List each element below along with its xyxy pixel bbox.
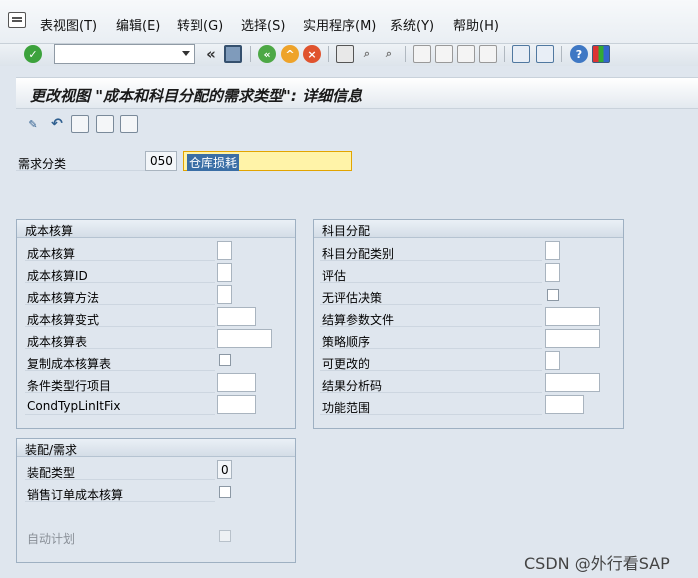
- row-divider: [320, 370, 542, 371]
- chevron-down-icon[interactable]: [182, 51, 190, 56]
- toolbar-separator: [250, 46, 251, 62]
- row-divider: [25, 501, 215, 502]
- row-divider: [25, 282, 215, 283]
- collapse-icon[interactable]: «: [202, 45, 220, 63]
- assembly-requirements-group: 装配/需求 装配类型 0 销售订单成本核算 自动计划: [16, 438, 296, 563]
- undo-icon[interactable]: ↶: [48, 115, 66, 133]
- account-assignment-group-header: 科目分配: [314, 220, 623, 238]
- requirement-class-code-field[interactable]: 050: [145, 151, 177, 171]
- assembly-type-value: 0: [221, 463, 229, 477]
- menu-utilities[interactable]: 实用程序(M): [303, 15, 376, 34]
- toolbar-separator: [504, 46, 505, 62]
- customize-layout-icon[interactable]: [592, 45, 610, 63]
- save-icon[interactable]: [224, 45, 242, 63]
- menu-system[interactable]: 系统(Y): [390, 15, 434, 34]
- automatic-planning-checkbox: [219, 530, 231, 542]
- find-next-icon[interactable]: ⌕: [380, 45, 398, 63]
- command-field[interactable]: [54, 44, 195, 64]
- row-divider: [320, 392, 542, 393]
- enter-check-icon[interactable]: ✓: [24, 45, 42, 63]
- account-assignment-group-title: 科目分配: [322, 224, 371, 238]
- row-divider: [25, 479, 215, 480]
- cancel-icon[interactable]: ×: [303, 45, 321, 63]
- back-icon[interactable]: «: [258, 45, 276, 63]
- row-divider: [320, 348, 542, 349]
- next-page-icon[interactable]: [457, 45, 475, 63]
- automatic-planning-label: 自动计划: [27, 532, 76, 546]
- menu-table-view[interactable]: 表视图(T): [40, 15, 97, 34]
- sales-order-costing-checkbox[interactable]: [219, 486, 231, 498]
- assembly-requirements-group-title: 装配/需求: [25, 443, 78, 457]
- menu-goto[interactable]: 转到(G): [177, 15, 223, 34]
- costing-method-field[interactable]: [217, 285, 232, 304]
- previous-entry-icon[interactable]: [71, 115, 89, 133]
- toolbar-separator: [405, 46, 406, 62]
- menu-icon[interactable]: [8, 12, 26, 28]
- costing-sheet-field[interactable]: [217, 329, 272, 348]
- cond-typ-lin-it-fix-label: CondTypLinItFix: [27, 399, 121, 413]
- help-icon[interactable]: ?: [570, 45, 588, 63]
- costing-group-title: 成本核算: [25, 224, 74, 238]
- menu-bar: 表视图(T) 编辑(E) 转到(G) 选择(S) 实用程序(M) 系统(Y) 帮…: [0, 0, 698, 44]
- row-divider: [25, 392, 215, 393]
- changeable-field[interactable]: [545, 351, 560, 370]
- print-icon[interactable]: [336, 45, 354, 63]
- watermark: CSDN @外行看SAP: [524, 554, 670, 573]
- row-divider: [25, 414, 215, 415]
- assembly-requirements-group-header: 装配/需求: [17, 439, 295, 457]
- valuation-field[interactable]: [545, 263, 560, 282]
- account-assignment-group: 科目分配 科目分配类别 评估 无评估决策 结算参数文件 策略顺序 可更改的 结果…: [313, 219, 624, 429]
- find-icon[interactable]: ⌕: [358, 45, 376, 63]
- costing-variant-field[interactable]: [217, 307, 256, 326]
- page-title: 更改视图 "成本和科目分配的需求类型": 详细信息: [30, 87, 363, 105]
- first-page-icon[interactable]: [413, 45, 431, 63]
- row-divider: [320, 326, 542, 327]
- cond-typ-lin-it-fix-field[interactable]: [217, 395, 256, 414]
- row-divider: [320, 282, 542, 283]
- row-divider: [25, 304, 215, 305]
- condition-type-item-field[interactable]: [217, 373, 256, 392]
- row-divider: [25, 370, 215, 371]
- copy-costing-sheet-checkbox[interactable]: [219, 354, 231, 366]
- toolbar-separator: [328, 46, 329, 62]
- settlement-profile-field[interactable]: [545, 307, 600, 326]
- functional-area-field[interactable]: [545, 395, 584, 414]
- requirement-class-description-field[interactable]: 仓库损耗: [183, 151, 352, 171]
- row-divider: [25, 348, 215, 349]
- row-divider: [25, 326, 215, 327]
- standard-toolbar: ✓ « « ^ × ⌕ ⌕ ?: [0, 44, 698, 66]
- assembly-type-field[interactable]: 0: [217, 460, 232, 479]
- screen-title-bar: 更改视图 "成本和科目分配的需求类型": 详细信息: [16, 77, 698, 109]
- toolbar-separator: [561, 46, 562, 62]
- costing-id-field[interactable]: [217, 263, 232, 282]
- strategy-sequence-field[interactable]: [545, 329, 600, 348]
- row-divider: [320, 260, 542, 261]
- requirement-class-description: 仓库损耗: [187, 154, 240, 171]
- account-assignment-category-field[interactable]: [545, 241, 560, 260]
- next-entry-icon[interactable]: [96, 115, 114, 133]
- row-divider: [320, 304, 542, 305]
- results-analysis-key-field[interactable]: [545, 373, 600, 392]
- row-divider: [25, 260, 215, 261]
- requirement-class-code: 050: [150, 154, 173, 168]
- display-change-icon[interactable]: ✎: [24, 115, 42, 133]
- costing-field[interactable]: [217, 241, 232, 260]
- select-entry-icon[interactable]: [120, 115, 138, 133]
- menu-help[interactable]: 帮助(H): [453, 15, 499, 34]
- no-valuation-decision-checkbox[interactable]: [547, 289, 559, 301]
- new-session-icon[interactable]: [512, 45, 530, 63]
- previous-page-icon[interactable]: [435, 45, 453, 63]
- costing-group-header: 成本核算: [17, 220, 295, 238]
- menu-selection[interactable]: 选择(S): [241, 15, 285, 34]
- exit-icon[interactable]: ^: [281, 45, 299, 63]
- shortcut-icon[interactable]: [536, 45, 554, 63]
- last-page-icon[interactable]: [479, 45, 497, 63]
- row-divider: [320, 414, 542, 415]
- costing-group: 成本核算 成本核算 成本核算ID 成本核算方法 成本核算变式 成本核算表 复制成…: [16, 219, 296, 429]
- menu-edit[interactable]: 编辑(E): [116, 15, 160, 34]
